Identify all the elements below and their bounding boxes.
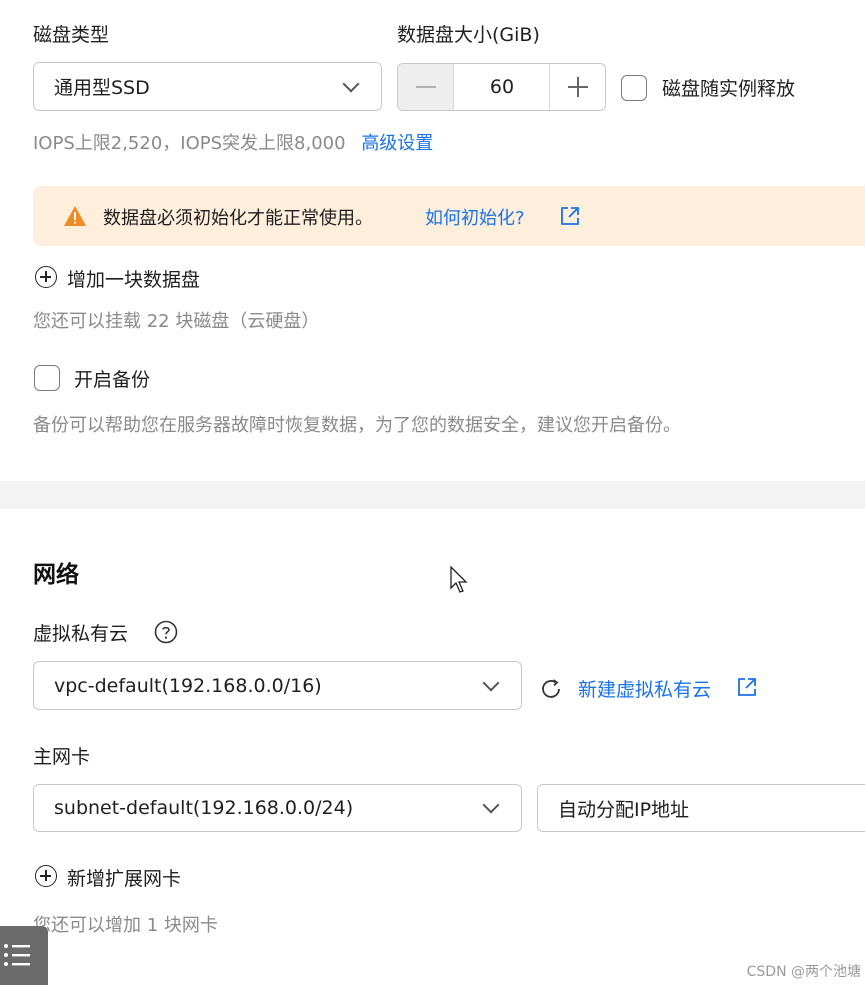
help-icon[interactable] xyxy=(154,620,178,644)
section-divider xyxy=(0,481,865,509)
add-disk-button[interactable]: 增加一块数据盘 xyxy=(67,265,200,292)
vpc-value: vpc-default(192.168.0.0/16) xyxy=(54,674,322,697)
add-nic-button[interactable]: 新增扩展网卡 xyxy=(67,864,181,891)
disk-quota-hint: 您还可以挂载 22 块磁盘（云硬盘） xyxy=(33,311,320,332)
vpc-label: 虚拟私有云 xyxy=(33,623,129,645)
add-nic-icon[interactable] xyxy=(35,865,57,887)
disk-type-label: 磁盘类型 xyxy=(33,24,110,46)
iops-info: IOPS上限2,520，IOPS突发上限8,000 高级设置 xyxy=(33,129,433,155)
chevron-down-icon xyxy=(342,75,360,92)
watermark: CSDN @两个池塘 xyxy=(746,964,861,980)
disk-type-select[interactable]: 通用型SSD xyxy=(33,62,382,111)
subnet-select[interactable]: subnet-default(192.168.0.0/24) xyxy=(33,784,522,832)
mouse-cursor-icon xyxy=(450,566,468,593)
new-vpc-link[interactable]: 新建虚拟私有云 xyxy=(578,675,711,702)
network-section-title: 网络 xyxy=(33,562,79,588)
increment-button[interactable] xyxy=(549,64,605,110)
chevron-down-icon xyxy=(482,796,500,814)
release-with-instance-checkbox[interactable] xyxy=(621,75,647,101)
refresh-icon[interactable] xyxy=(539,677,563,701)
iops-text: IOPS上限2,520，IOPS突发上限8,000 xyxy=(33,133,346,154)
alert-message: 数据盘必须初始化才能正常使用。 xyxy=(103,208,373,229)
vpc-select[interactable]: vpc-default(192.168.0.0/16) xyxy=(33,661,522,710)
release-with-instance-label: 磁盘随实例释放 xyxy=(662,78,796,100)
disk-size-stepper[interactable]: 60 xyxy=(397,63,606,111)
nic-quota-hint: 您还可以增加 1 块网卡 xyxy=(33,915,218,936)
add-disk-icon[interactable] xyxy=(35,266,57,288)
menu-icon xyxy=(4,944,30,966)
subnet-value: subnet-default(192.168.0.0/24) xyxy=(54,797,354,819)
decrement-button[interactable] xyxy=(398,64,454,110)
advanced-settings-link[interactable]: 高级设置 xyxy=(361,133,433,154)
external-link-icon[interactable] xyxy=(736,676,758,698)
enable-backup-label: 开启备份 xyxy=(74,369,151,391)
warning-icon xyxy=(64,206,86,226)
enable-backup-checkbox[interactable] xyxy=(34,365,60,391)
external-link-icon[interactable] xyxy=(559,205,581,227)
init-warning-alert: 数据盘必须初始化才能正常使用。 如何初始化? xyxy=(33,186,865,246)
chevron-down-icon xyxy=(482,674,500,691)
backup-hint: 备份可以帮助您在服务器故障时恢复数据，为了您的数据安全，建议您开启备份。 xyxy=(33,415,681,436)
ip-assignment-select[interactable]: 自动分配IP地址 xyxy=(537,784,865,832)
primary-nic-label: 主网卡 xyxy=(33,746,91,768)
ip-assignment-value: 自动分配IP地址 xyxy=(558,798,690,821)
menu-button[interactable] xyxy=(0,926,48,985)
disk-size-label: 数据盘大小(GiB) xyxy=(397,24,540,46)
disk-type-value: 通用型SSD xyxy=(54,77,150,99)
how-to-init-link[interactable]: 如何初始化? xyxy=(425,204,525,230)
disk-size-value[interactable]: 60 xyxy=(454,64,550,110)
